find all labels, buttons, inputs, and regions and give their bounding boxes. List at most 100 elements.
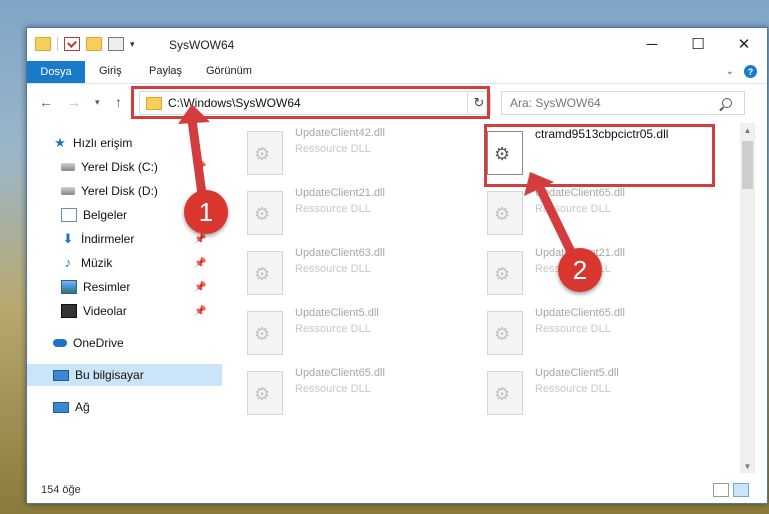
- new-folder-icon[interactable]: [86, 37, 102, 51]
- pictures-icon: [61, 280, 77, 294]
- search-icon[interactable]: [722, 98, 732, 108]
- file-item[interactable]: UpdateClient42.dll Ressource DLL: [225, 125, 415, 183]
- sidebar-item-label: OneDrive: [73, 336, 124, 350]
- dll-file-icon: [247, 131, 283, 175]
- sidebar-item-downloads[interactable]: ⬇ İndirmeler 📌: [27, 228, 222, 250]
- expand-ribbon-icon[interactable]: ⌄: [726, 66, 734, 77]
- tab-share[interactable]: Paylaş: [149, 65, 182, 77]
- music-icon: ♪: [64, 255, 72, 270]
- dll-file-icon: [487, 131, 523, 175]
- pin-icon[interactable]: 📌: [194, 258, 206, 269]
- pin-icon[interactable]: 📌: [194, 306, 206, 317]
- help-icon[interactable]: ?: [744, 65, 757, 78]
- search-placeholder: Ara: SysWOW64: [510, 96, 601, 110]
- scroll-thumb[interactable]: [742, 141, 753, 189]
- details-view-icon[interactable]: [713, 483, 729, 497]
- properties-icon[interactable]: [64, 37, 80, 51]
- file-item[interactable]: UpdateClient21.dll Ressource DLL: [225, 185, 415, 243]
- step-callout-1: 1: [184, 190, 228, 234]
- sidebar-item-label: Yerel Disk (D:): [81, 184, 158, 198]
- scroll-down-icon[interactable]: ▼: [740, 459, 755, 473]
- sidebar-item-label: İndirmeler: [81, 232, 135, 246]
- status-bar: 154 öğe: [27, 478, 767, 502]
- qat-dropdown-icon[interactable]: ▾: [130, 39, 135, 50]
- item-count: 154 öğe: [41, 484, 81, 496]
- dll-file-icon: [487, 311, 523, 355]
- dll-file-icon: [487, 191, 523, 235]
- network-icon: [53, 401, 69, 413]
- back-arrow-icon[interactable]: ←: [39, 94, 53, 110]
- sidebar-item-network[interactable]: Ağ: [27, 396, 222, 418]
- forward-arrow-icon[interactable]: →: [67, 94, 81, 110]
- drive-icon: [61, 163, 75, 171]
- file-type: Ressource DLL: [295, 383, 371, 395]
- downloads-icon: ⬇: [62, 231, 74, 246]
- ribbon-controls: ⌄ ?: [726, 65, 757, 78]
- file-item[interactable]: UpdateClient5.dll Ressource DLL: [465, 365, 655, 423]
- large-icons-view-icon[interactable]: [733, 483, 749, 497]
- file-name: UpdateClient65.dll: [295, 367, 385, 379]
- file-item[interactable]: UpdateClient65.dll Ressource DLL: [465, 305, 655, 363]
- tab-view[interactable]: Görünüm: [206, 65, 252, 77]
- quick-access-toolbar: ▾: [35, 37, 135, 51]
- file-type: Ressource DLL: [535, 323, 611, 335]
- refresh-icon: ↻: [473, 95, 485, 110]
- file-name: ctramd9513cbpcictr05.dll: [535, 127, 669, 141]
- file-name: UpdateClient65.dll: [535, 187, 625, 199]
- sidebar-item-videos[interactable]: Videolar 📌: [27, 300, 222, 322]
- sidebar-item-label: Müzik: [81, 256, 113, 270]
- file-type: Ressource DLL: [295, 323, 371, 335]
- divider: [57, 37, 58, 51]
- recent-locations-icon[interactable]: ▾: [95, 97, 100, 108]
- sidebar-item-label: Ağ: [75, 400, 90, 414]
- sidebar-item-this-pc[interactable]: Bu bilgisayar: [27, 364, 222, 386]
- file-type: Ressource DLL: [295, 263, 371, 275]
- sidebar-item-quick-access[interactable]: ★ Hızlı erişim: [27, 132, 222, 154]
- minimize-button[interactable]: ─: [629, 28, 675, 60]
- documents-icon: [61, 208, 77, 222]
- maximize-button[interactable]: ☐: [675, 28, 721, 60]
- file-item-highlighted[interactable]: ctramd9513cbpcictr05.dll: [465, 125, 668, 183]
- dll-file-icon: [247, 251, 283, 295]
- address-path[interactable]: C:\Windows\SysWOW64: [168, 96, 472, 110]
- scroll-up-icon[interactable]: ▲: [740, 123, 755, 137]
- file-item[interactable]: UpdateClient65.dll Ressource DLL: [225, 365, 415, 423]
- customize-icon[interactable]: [108, 37, 124, 51]
- address-bar[interactable]: C:\Windows\SysWOW64 ⌄: [139, 91, 487, 115]
- onedrive-icon: [53, 339, 67, 347]
- search-input[interactable]: Ara: SysWOW64: [501, 91, 745, 115]
- file-item[interactable]: UpdateClient5.dll Ressource DLL: [225, 305, 415, 363]
- dll-file-icon: [487, 251, 523, 295]
- sidebar-item-label: Hızlı erişim: [73, 136, 133, 150]
- sidebar-item-onedrive[interactable]: OneDrive: [27, 332, 222, 354]
- up-arrow-icon[interactable]: ↑: [115, 94, 122, 110]
- pin-icon[interactable]: 📌: [194, 234, 206, 245]
- drive-icon: [61, 187, 75, 195]
- star-icon: ★: [54, 135, 66, 150]
- window-title: SysWOW64: [169, 38, 235, 52]
- file-item[interactable]: UpdateClient65.dll Ressource DLL: [465, 185, 655, 243]
- pin-icon[interactable]: 📌: [194, 282, 206, 293]
- tab-file[interactable]: Dosya: [27, 61, 85, 83]
- dll-file-icon: [247, 371, 283, 415]
- file-name: UpdateClient65.dll: [535, 307, 625, 319]
- vertical-scrollbar[interactable]: ▲ ▼: [740, 123, 755, 473]
- file-item[interactable]: UpdateClient63.dll Ressource DLL: [225, 245, 415, 303]
- tab-home[interactable]: Giriş: [99, 65, 122, 77]
- sidebar-item-label: Yerel Disk (C:): [81, 160, 158, 174]
- refresh-button[interactable]: ↻: [467, 91, 491, 115]
- dll-file-icon: [487, 371, 523, 415]
- step-callout-2: 2: [558, 248, 602, 292]
- file-type: Ressource DLL: [295, 143, 371, 155]
- sidebar-item-music[interactable]: ♪ Müzik 📌: [27, 252, 222, 274]
- title-bar: ▾ SysWOW64 ─ ☐ ✕: [27, 28, 767, 61]
- explorer-window: ▾ SysWOW64 ─ ☐ ✕ Dosya Giriş Paylaş Görü…: [26, 27, 768, 504]
- close-button[interactable]: ✕: [721, 28, 767, 60]
- folder-icon: [146, 96, 162, 110]
- sidebar-item-local-disk-c[interactable]: Yerel Disk (C:) 📌: [27, 156, 222, 178]
- sidebar-item-label: Belgeler: [83, 208, 128, 222]
- pin-icon[interactable]: 📌: [194, 162, 206, 173]
- dll-file-icon: [247, 311, 283, 355]
- file-name: UpdateClient21.dll: [295, 187, 385, 199]
- sidebar-item-pictures[interactable]: Resimler 📌: [27, 276, 222, 298]
